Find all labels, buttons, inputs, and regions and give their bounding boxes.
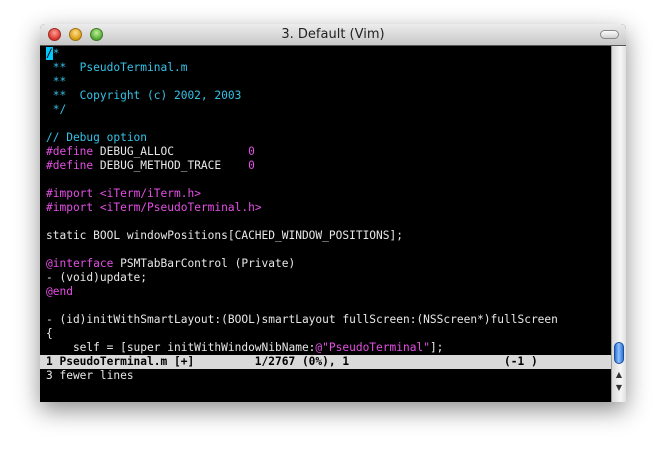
- vim-message-line: 3 fewer lines: [46, 369, 134, 382]
- vertical-scrollbar[interactable]: ▲ ▼: [611, 46, 626, 402]
- code-line: ** Copyright (c) 2002, 2003: [46, 89, 242, 103]
- code-token: @end: [46, 285, 73, 298]
- code-token: <iTerm/iTerm.h>: [99, 187, 201, 200]
- code-token: 0: [248, 145, 255, 158]
- code-token: **: [46, 75, 67, 88]
- code-token: ];: [429, 341, 444, 354]
- window-title: 3. Default (Vim): [281, 27, 385, 42]
- code-line: - (void)update;: [46, 271, 147, 285]
- code-token: @"PseudoTerminal": [315, 341, 430, 354]
- scroll-up-icon[interactable]: ▲: [612, 368, 626, 381]
- code-token: self = [super initWithWindowNibName:: [46, 341, 316, 354]
- code-token: #import: [46, 187, 94, 200]
- code-token: #import: [46, 201, 94, 214]
- code-token: - (id)initWithSmartLayout:(BOOL)smartLay…: [46, 313, 558, 326]
- code-line: **: [46, 75, 66, 89]
- code-line: ** PseudoTerminal.m: [46, 61, 188, 75]
- terminal-window: 3. Default (Vim) /* ** PseudoTerminal.m …: [40, 24, 626, 402]
- code-token: PSMTabBarControl (Private): [113, 257, 296, 270]
- code-line: @interface PSMTabBarControl (Private): [46, 257, 295, 271]
- code-token: - (void)update;: [46, 271, 148, 284]
- code-line: static BOOL windowPositions[CACHED_WINDO…: [46, 229, 403, 243]
- code-line: #import <iTerm/iTerm.h>: [46, 187, 201, 201]
- scrollbar-thumb[interactable]: [614, 342, 624, 364]
- code-line: self = [super initWithWindowNibName:@"Ps…: [46, 341, 443, 355]
- code-line: #import <iTerm/PseudoTerminal.h>: [46, 201, 262, 215]
- code-line: - (id)initWithSmartLayout:(BOOL)smartLay…: [46, 313, 558, 327]
- vim-status-line: 1 PseudoTerminal.m [+] 1/2767 (0%), 1 (-…: [40, 355, 611, 369]
- code-token: static BOOL windowPositions[CACHED_WINDO…: [46, 229, 403, 242]
- code-line: // Debug option: [46, 131, 147, 145]
- code-line: #define DEBUG_ALLOC 0: [46, 145, 255, 159]
- code-token: ** Copyright (c) 2002, 2003: [46, 89, 242, 102]
- code-token: #define: [46, 145, 94, 158]
- code-token: DEBUG_ALLOC: [93, 145, 249, 158]
- scroll-down-icon[interactable]: ▼: [612, 381, 626, 394]
- code-token: @interface: [46, 257, 114, 270]
- code-line: /*: [46, 47, 60, 61]
- code-line: {: [46, 327, 53, 341]
- code-token: *: [52, 47, 60, 60]
- code-token: DEBUG_METHOD_TRACE: [93, 159, 249, 172]
- code-token: 0: [248, 159, 255, 172]
- code-token: ** PseudoTerminal.m: [46, 61, 188, 74]
- status-line-text: 1 PseudoTerminal.m [+] 1/2767 (0%), 1 (-…: [46, 355, 538, 368]
- code-token: // Debug option: [46, 131, 148, 144]
- code-token: */: [46, 103, 67, 116]
- code-line: */: [46, 103, 66, 117]
- vim-editor[interactable]: /* ** PseudoTerminal.m ** ** Copyright (…: [40, 46, 611, 402]
- text-cursor: /: [46, 47, 53, 60]
- code-token: {: [46, 327, 53, 340]
- title-bar[interactable]: 3. Default (Vim): [40, 24, 626, 46]
- code-token: <iTerm/PseudoTerminal.h>: [99, 201, 262, 214]
- code-line: @end: [46, 285, 73, 299]
- code-token: #define: [46, 159, 94, 172]
- toolbar-toggle-button[interactable]: [600, 30, 619, 39]
- code-line: #define DEBUG_METHOD_TRACE 0: [46, 159, 255, 173]
